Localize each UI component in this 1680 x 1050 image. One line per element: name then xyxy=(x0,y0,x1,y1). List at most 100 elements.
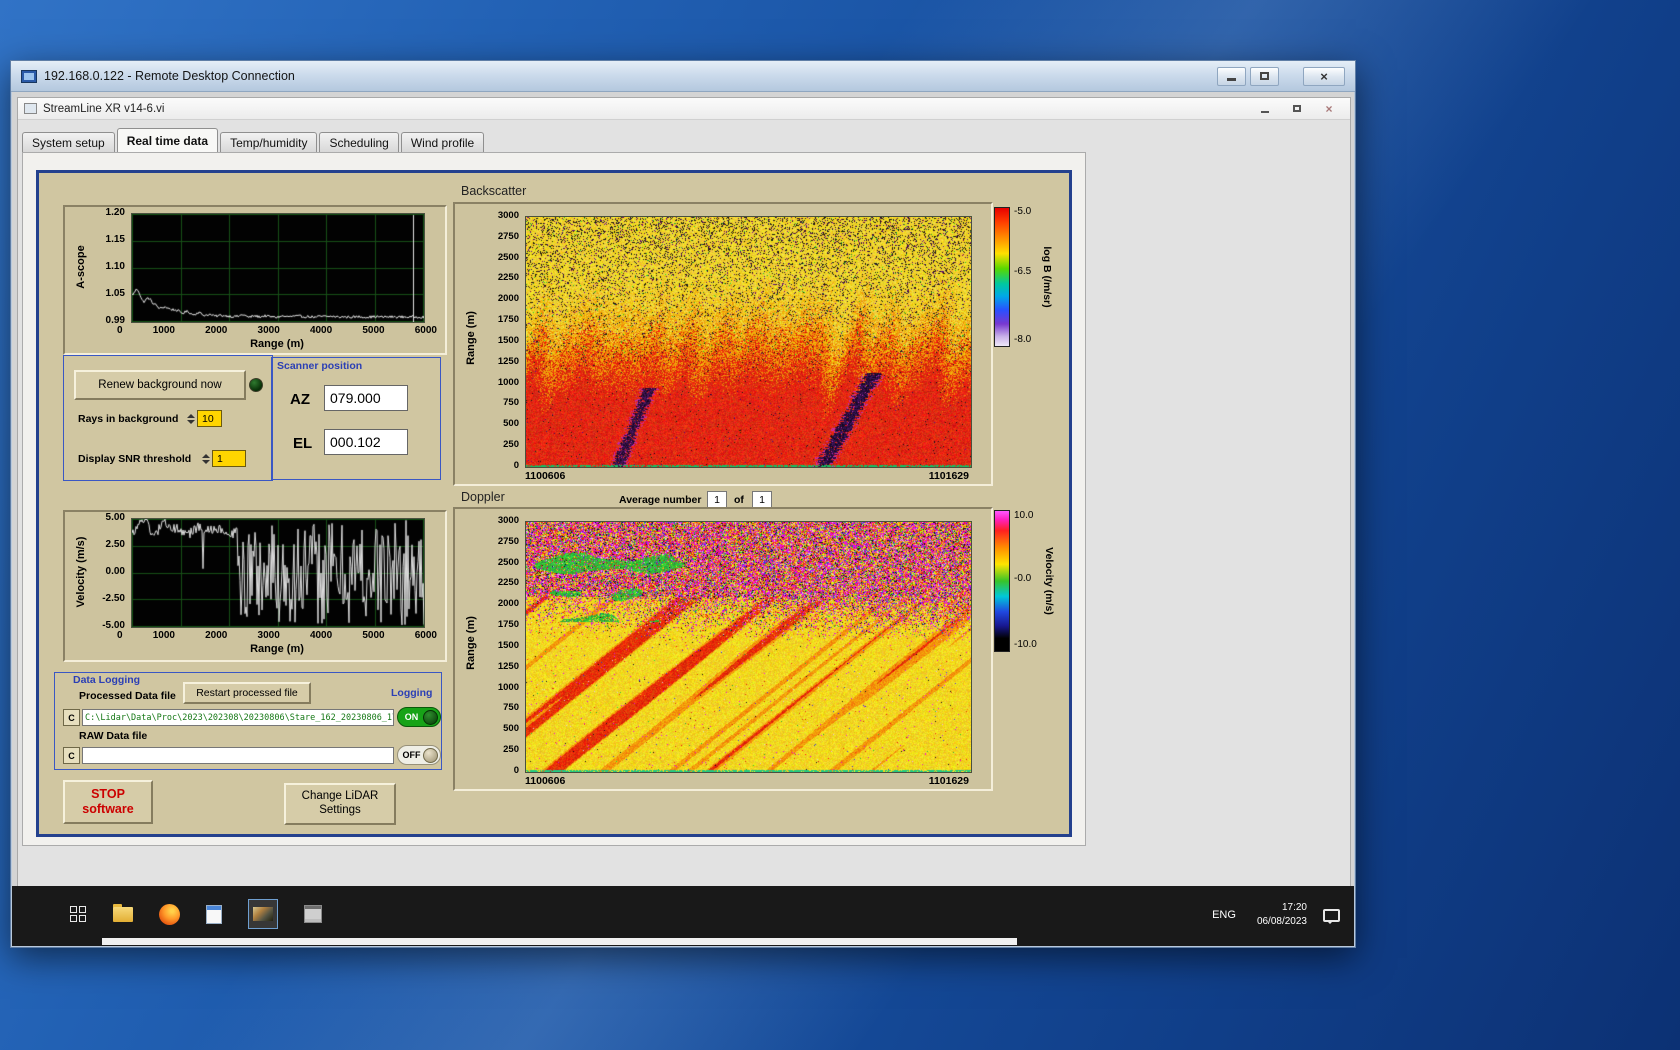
app-thumbnail-icon xyxy=(253,907,273,921)
ascope-x-tick: 1000 xyxy=(152,325,175,336)
tab-strip: System setup Real time data Temp/humidit… xyxy=(22,128,486,152)
doppler-y-tick: 2000 xyxy=(497,598,519,610)
doppler-y-tick: 500 xyxy=(503,723,519,735)
taskbar: ENG 17:20 06/08/2023 xyxy=(12,886,1354,946)
average-number-value[interactable]: 1 xyxy=(707,491,727,508)
taskbar-app-icon-scan[interactable] xyxy=(304,905,322,923)
rays-value[interactable]: 10 xyxy=(197,410,222,427)
backscatter-colorbar-tick-bottom: -8.0 xyxy=(1014,334,1032,345)
raw-path-input[interactable] xyxy=(82,747,394,764)
drive-letter: C xyxy=(68,750,75,761)
ascope-x-tick: 5000 xyxy=(362,325,385,336)
processed-path-browse[interactable]: C xyxy=(63,709,80,726)
el-label: EL xyxy=(293,435,313,452)
average-number-label: Average number xyxy=(619,494,702,506)
task-view-icon[interactable] xyxy=(70,905,87,923)
change-lidar-settings-button[interactable]: Change LiDAR Settings xyxy=(284,783,396,825)
processed-path-input[interactable]: C:\Lidar\Data\Proc\2023\202308\20230806\… xyxy=(82,709,394,726)
clock-date: 06/08/2023 xyxy=(1256,916,1307,927)
rdp-maximize-button[interactable] xyxy=(1250,66,1279,86)
close-icon: × xyxy=(1325,101,1333,116)
doppler-colorbar-tick-bottom: -10.0 xyxy=(1014,639,1037,650)
rdp-minimize-button[interactable] xyxy=(1217,66,1246,86)
velocity-y-tick: 2.50 xyxy=(105,539,125,550)
taskbar-tray: ENG 17:20 06/08/2023 xyxy=(1207,894,1340,936)
backscatter-colorbar xyxy=(994,207,1010,347)
raw-path-browse[interactable]: C xyxy=(63,747,80,764)
ascope-y-tick: 1.20 xyxy=(105,207,125,218)
rdp-close-button[interactable]: × xyxy=(1303,66,1345,86)
front-panel: A-scope 1.20 1.15 1.10 1.05 0.99 0 1000 2000 30… xyxy=(36,170,1072,837)
ascope-x-tick: 4000 xyxy=(309,325,333,336)
doppler-y-tick: 250 xyxy=(503,744,519,756)
ascope-y-axis-label: A-scope xyxy=(75,245,87,289)
app-titlebar[interactable]: StreamLine XR v14-6.vi × xyxy=(18,98,1350,120)
velocity-graph: Velocity (m/s) 5.00 2.50 0.00 -2.50 -5.00 01… xyxy=(63,510,447,662)
doppler-y-axis-label: Range (m) xyxy=(465,616,477,670)
tab-scheduling[interactable]: Scheduling xyxy=(319,132,399,152)
snr-threshold-label: Display SNR threshold xyxy=(78,453,192,465)
taskbar-icons xyxy=(70,898,322,930)
ascope-x-tick: 2000 xyxy=(205,325,228,336)
backscatter-y-tick: 2500 xyxy=(497,251,519,263)
raw-logging-toggle[interactable]: OFF xyxy=(397,745,441,765)
doppler-x-end: 1101629 xyxy=(928,775,969,787)
renew-led-indicator[interactable] xyxy=(249,378,263,392)
backscatter-y-tick: 0 xyxy=(513,459,519,471)
maximize-icon xyxy=(1293,105,1301,112)
notification-icon[interactable] xyxy=(1323,908,1340,924)
doppler-colorbar-tick-top: 10.0 xyxy=(1014,510,1034,521)
stop-software-button[interactable]: STOP software xyxy=(63,780,153,824)
backscatter-y-tick: 2000 xyxy=(497,293,519,305)
tab-system-setup[interactable]: System setup xyxy=(22,132,115,152)
ascope-x-ticks: 0 1000 2000 3000 4000 5000 6000 xyxy=(117,325,437,336)
backscatter-colorbar-tick-top: -5.0 xyxy=(1014,206,1032,217)
close-icon: × xyxy=(1320,68,1328,84)
doppler-y-tick: 2250 xyxy=(497,577,519,589)
doppler-y-tick: 1500 xyxy=(497,639,519,651)
el-value[interactable]: 000.102 xyxy=(324,429,408,455)
snr-value[interactable]: 1 xyxy=(212,450,246,467)
ascope-x-tick: 0 xyxy=(117,325,123,336)
firefox-icon[interactable] xyxy=(159,903,180,925)
tab-wind-profile[interactable]: Wind profile xyxy=(400,132,485,152)
taskbar-app-icon-active[interactable] xyxy=(248,899,278,929)
taskbar-app-icon-document[interactable] xyxy=(206,904,222,924)
backscatter-y-ticks: 3000 2750 2500 2250 2000 1750 1500 1250 1000 750 5… xyxy=(485,211,519,471)
backscatter-y-tick: 500 xyxy=(503,418,519,430)
labview-vi-icon xyxy=(24,103,37,114)
backscatter-y-tick: 1250 xyxy=(497,355,519,367)
tab-temp-humidity[interactable]: Temp/humidity xyxy=(220,132,318,152)
app-close-button[interactable]: × xyxy=(1314,100,1344,117)
stop-line1: STOP xyxy=(91,787,125,801)
scanner-position-label: Scanner position xyxy=(277,360,363,372)
file-explorer-icon[interactable] xyxy=(113,903,133,922)
processed-logging-toggle[interactable]: ON xyxy=(397,707,441,727)
backscatter-title: Backscatter xyxy=(461,184,527,198)
stop-line2: software xyxy=(82,802,134,816)
minimize-icon xyxy=(1227,78,1236,81)
clock[interactable]: 17:20 06/08/2023 xyxy=(1257,901,1307,929)
az-value[interactable]: 079.000 xyxy=(324,385,408,411)
restart-processed-file-button[interactable]: Restart processed file xyxy=(183,682,311,704)
renew-background-button[interactable]: Renew background now xyxy=(74,370,246,400)
tab-real-time-data[interactable]: Real time data xyxy=(116,128,219,152)
ascope-y-tick: 1.05 xyxy=(105,288,125,299)
snr-spinner[interactable] xyxy=(201,450,211,467)
clock-time: 17:20 xyxy=(1281,902,1307,913)
app-maximize-button[interactable] xyxy=(1282,100,1312,117)
doppler-colorbar-label: Velocity (m/s) xyxy=(1043,547,1055,615)
app-minimize-button[interactable] xyxy=(1250,100,1280,117)
rdp-titlebar[interactable]: 192.168.0.122 - Remote Desktop Connectio… xyxy=(11,61,1355,92)
drive-letter: C xyxy=(68,712,75,723)
ascope-y-tick: 1.10 xyxy=(105,261,125,272)
backscatter-plot xyxy=(525,216,972,468)
of-label: of xyxy=(734,494,744,506)
average-of-value[interactable]: 1 xyxy=(752,491,772,508)
rays-spinner[interactable] xyxy=(186,410,196,427)
backscatter-y-tick: 750 xyxy=(503,397,519,409)
velocity-x-tick: 5000 xyxy=(362,630,385,641)
off-label: OFF xyxy=(402,750,421,760)
language-indicator[interactable]: ENG xyxy=(1207,903,1241,927)
velocity-x-tick: 1000 xyxy=(152,630,175,641)
